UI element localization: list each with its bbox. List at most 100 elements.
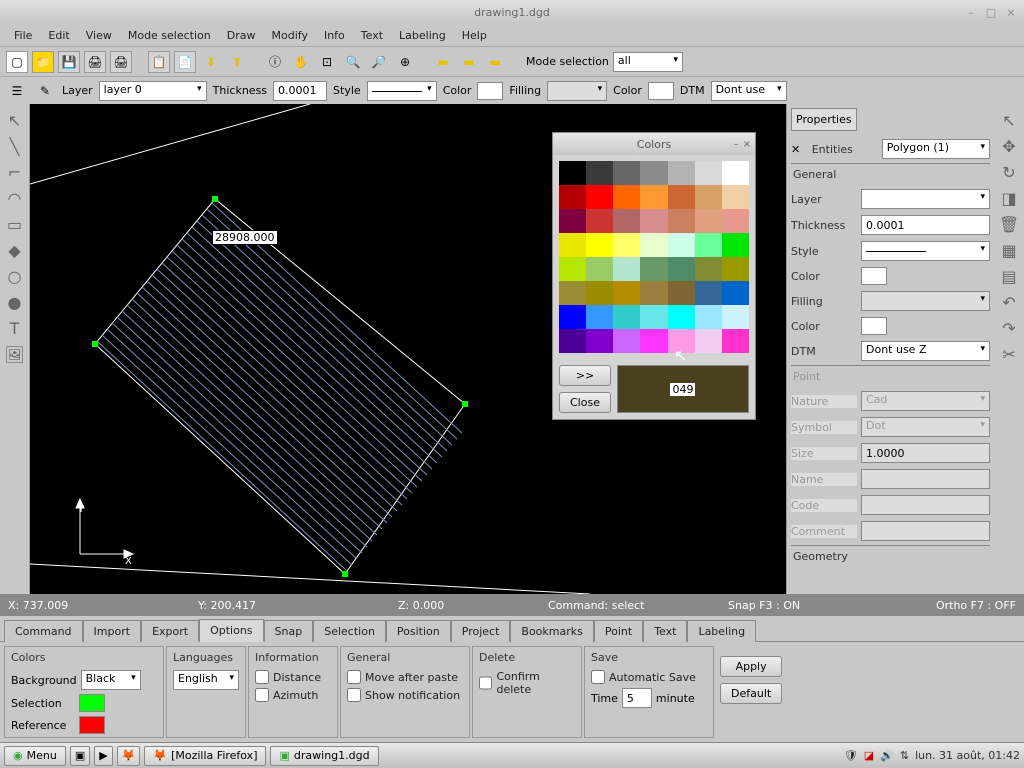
color-cell[interactable] [722,161,749,185]
color-cell[interactable] [640,185,667,209]
zoom-win-icon[interactable]: ⊡ [316,51,338,73]
text-icon[interactable]: T [3,316,27,340]
dtm-select[interactable]: Dont use [711,81,787,101]
color-cell[interactable] [722,185,749,209]
tab-snap[interactable]: Snap [264,620,314,642]
prop-style[interactable] [861,241,990,261]
color-cell[interactable] [559,233,586,257]
more-colors-button[interactable]: >> [559,365,611,386]
color-cell[interactable] [722,233,749,257]
polygon-icon[interactable]: ◆ [3,238,27,262]
menu-edit[interactable]: Edit [40,26,77,45]
tab-export[interactable]: Export [141,620,199,642]
image-icon[interactable]: 🖼 [3,342,27,366]
task-firefox-icon[interactable]: 🦊 [117,746,141,766]
color-cell[interactable] [722,305,749,329]
task-term2[interactable]: ▶ [94,746,112,766]
color-cell[interactable] [640,257,667,281]
color-cell[interactable] [559,281,586,305]
color-cell[interactable] [613,233,640,257]
filling-select[interactable] [547,81,607,101]
color-cell[interactable] [559,161,586,185]
tab-labeling[interactable]: Labeling [687,620,756,642]
color-cell[interactable] [613,305,640,329]
print-icon[interactable]: 🖨 [84,51,106,73]
color-cell[interactable] [559,209,586,233]
rect-icon[interactable]: ▭ [3,212,27,236]
apply-button[interactable]: Apply [720,656,782,677]
confirm-check[interactable] [479,676,492,690]
style-select[interactable] [367,81,437,101]
azimuth-check[interactable] [255,688,269,702]
dlg-min-icon[interactable]: – [734,139,739,150]
color-cell[interactable] [668,305,695,329]
color-cell[interactable] [668,257,695,281]
color-cell[interactable] [695,281,722,305]
menu-info[interactable]: Info [316,26,353,45]
vertex-handle[interactable] [342,571,348,577]
circle-icon[interactable]: ● [3,290,27,314]
tab-selection[interactable]: Selection [313,620,386,642]
prop-thickness[interactable] [861,215,990,235]
color-cell[interactable] [640,161,667,185]
network-icon[interactable]: ⇅ [900,749,909,762]
prop-dtm[interactable]: Dont use Z [861,341,990,361]
new-icon[interactable]: ▢ [6,51,28,73]
line-icon[interactable]: ╲ [3,134,27,158]
minimize-icon[interactable]: – [964,5,978,19]
ruler3-icon[interactable]: ▬ [484,51,506,73]
select-icon[interactable]: ↖ [997,108,1021,132]
menu-text[interactable]: Text [353,26,391,45]
up-icon[interactable]: ⬆ [226,51,248,73]
menu-mode[interactable]: Mode selection [120,26,219,45]
zoom-out-icon[interactable]: 🔍 [342,51,364,73]
zoom-in-icon[interactable]: 🔎 [368,51,390,73]
color-cell[interactable] [559,305,586,329]
color-cell[interactable] [586,185,613,209]
erase-icon[interactable]: ◨ [997,186,1021,210]
move-check[interactable] [347,670,361,684]
color-cell[interactable] [668,329,695,353]
rotate-icon[interactable]: ↻ [997,160,1021,184]
vertex-handle[interactable] [462,401,468,407]
color-cell[interactable] [640,233,667,257]
layers-icon[interactable]: ☰ [6,80,28,102]
save-icon[interactable]: 💾 [58,51,80,73]
prop-color[interactable] [861,267,887,285]
ruler1-icon[interactable]: ▬ [432,51,454,73]
menu-view[interactable]: View [78,26,120,45]
color-cell[interactable] [722,209,749,233]
ellipse-icon[interactable]: ○ [3,264,27,288]
default-button[interactable]: Default [720,683,782,704]
color-cell[interactable] [613,257,640,281]
color-cell[interactable] [695,209,722,233]
color-cell[interactable] [559,185,586,209]
color-cell[interactable] [695,257,722,281]
mode-select[interactable]: all [613,52,683,72]
tab-bookmarks[interactable]: Bookmarks [510,620,593,642]
thickness-input[interactable] [273,81,327,101]
color-cell[interactable] [613,161,640,185]
redo-icon[interactable]: ↷ [997,316,1021,340]
prop-fillcolor[interactable] [861,317,887,335]
color-cell[interactable] [559,257,586,281]
color-cell[interactable] [668,161,695,185]
info-icon[interactable]: ⓘ [264,51,286,73]
color-cell[interactable] [586,257,613,281]
entities-select[interactable]: Polygon (1) [882,139,990,159]
tab-position[interactable]: Position [386,620,451,642]
color-cell[interactable] [640,281,667,305]
color-cell[interactable] [668,185,695,209]
close-icon[interactable]: × [1004,5,1018,19]
tab-project[interactable]: Project [451,620,511,642]
arc-icon[interactable]: ◠ [3,186,27,210]
color-cell[interactable] [722,329,749,353]
color-cell[interactable] [586,305,613,329]
shield-icon[interactable]: 🛡 [844,749,858,762]
measure-icon[interactable]: ✂ [997,342,1021,366]
color-cell[interactable] [695,185,722,209]
copy-icon[interactable]: 📋 [148,51,170,73]
close-x-icon[interactable]: ✕ [791,143,800,156]
move-icon[interactable]: ✥ [997,134,1021,158]
paste-icon[interactable]: 📄 [174,51,196,73]
